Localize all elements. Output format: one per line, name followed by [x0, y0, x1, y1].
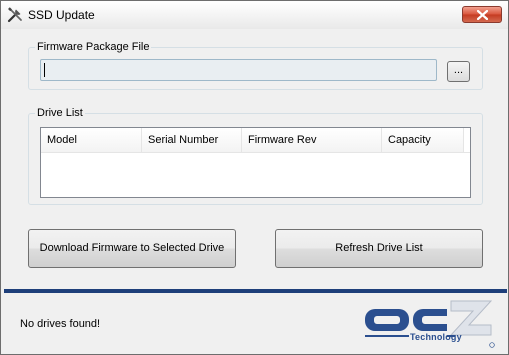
firmware-path-input[interactable]: [40, 59, 437, 81]
drive-list-group: Drive List Model Serial Number Firmware …: [28, 107, 483, 205]
drive-list-label: Drive List: [35, 107, 85, 119]
column-header-model[interactable]: Model: [41, 128, 142, 152]
status-message: No drives found!: [20, 318, 101, 330]
drive-list-header: Model Serial Number Firmware Rev Capacit…: [41, 128, 470, 152]
drive-list-view[interactable]: Model Serial Number Firmware Rev Capacit…: [40, 127, 471, 198]
app-window: SSD Update Firmware Package File ... Dri…: [0, 0, 509, 355]
refresh-drive-list-button[interactable]: Refresh Drive List: [275, 229, 483, 268]
tools-icon: [7, 7, 23, 23]
window-title: SSD Update: [28, 8, 95, 22]
download-firmware-button[interactable]: Download Firmware to Selected Drive: [28, 229, 236, 268]
firmware-package-group: Firmware Package File ...: [28, 41, 483, 90]
column-header-serial-number[interactable]: Serial Number: [142, 128, 242, 152]
browse-button[interactable]: ...: [447, 61, 470, 82]
column-header-firmware-rev[interactable]: Firmware Rev: [242, 128, 382, 152]
close-icon: [477, 10, 488, 20]
title-bar[interactable]: SSD Update: [1, 1, 508, 29]
close-button[interactable]: [462, 6, 502, 23]
ocz-technology-logo: Technology: [353, 297, 495, 351]
text-caret: [44, 63, 45, 77]
logo-technology-text: Technology: [410, 332, 462, 342]
column-header-capacity[interactable]: Capacity: [382, 128, 464, 152]
header-divider: [41, 152, 470, 153]
firmware-package-label: Firmware Package File: [35, 41, 152, 53]
separator-bar: [4, 289, 507, 293]
